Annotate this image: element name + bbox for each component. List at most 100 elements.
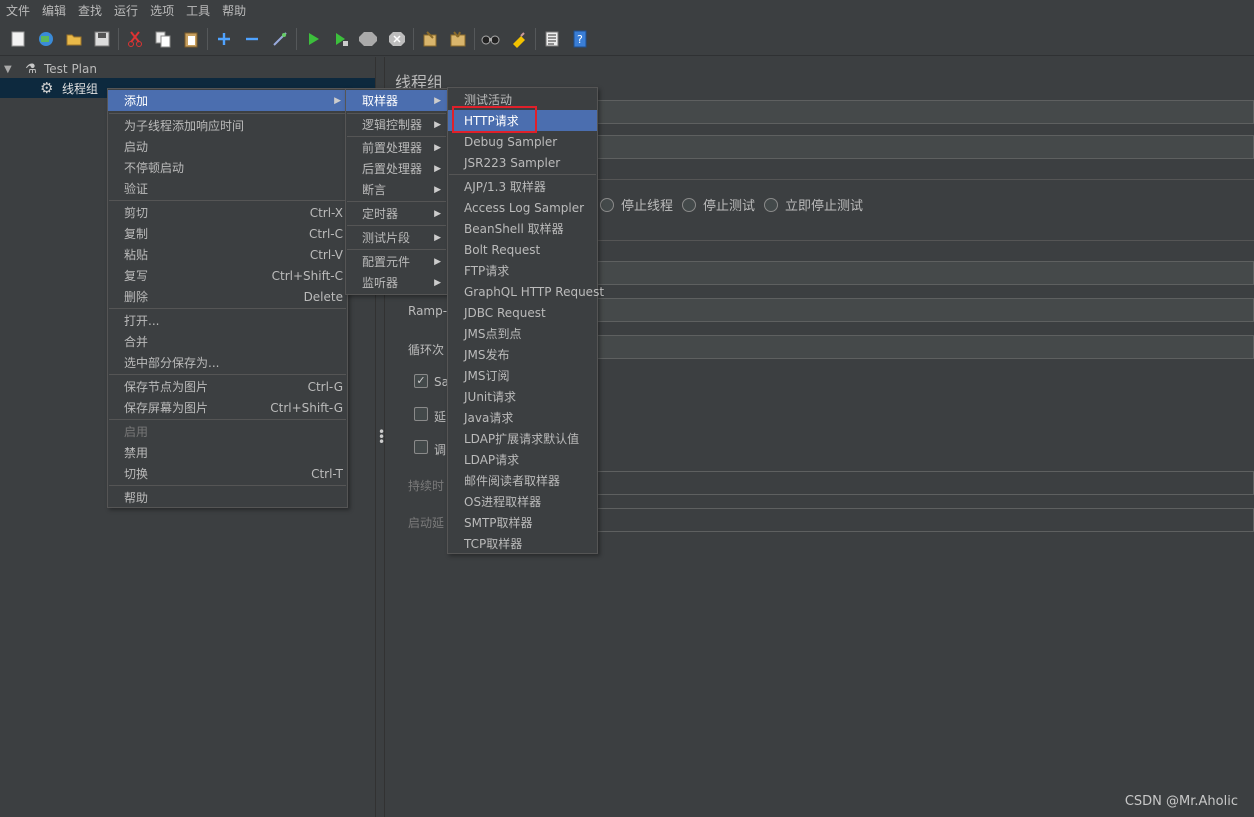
sampler-item-bolt[interactable]: Bolt Request: [448, 239, 597, 260]
submenu-item-post-processor[interactable]: 后置处理器 ▶: [346, 158, 447, 179]
radio-circle[interactable]: [600, 197, 614, 212]
start-icon[interactable]: [301, 27, 325, 51]
sampler-item-http-request[interactable]: HTTP请求: [448, 110, 597, 131]
loop-count-field[interactable]: [596, 335, 1254, 359]
menu-item-merge[interactable]: 合并: [108, 331, 347, 352]
radio-circle[interactable]: [682, 197, 696, 212]
chevron-down-icon[interactable]: ▼: [4, 64, 18, 75]
sampler-item-jdbc[interactable]: JDBC Request: [448, 302, 597, 323]
menu-run[interactable]: 运行: [108, 0, 144, 22]
search-icon[interactable]: [479, 27, 503, 51]
menu-item-start[interactable]: 启动: [108, 136, 347, 157]
toggle-icon[interactable]: [268, 27, 292, 51]
collapse-icon[interactable]: [240, 27, 264, 51]
submenu-item-timer[interactable]: 定时器 ▶: [346, 203, 447, 224]
sampler-item-graphql[interactable]: GraphQL HTTP Request: [448, 281, 604, 302]
sampler-item-jms-point-to-point[interactable]: JMS点到点: [448, 323, 597, 344]
help-icon[interactable]: ?: [568, 27, 592, 51]
submenu-item-pre-processor[interactable]: 前置处理器 ▶: [346, 137, 447, 158]
sampler-item-mail-reader[interactable]: 邮件阅读者取样器: [448, 470, 597, 491]
sampler-item-test-action[interactable]: 测试活动: [448, 89, 597, 110]
duration-field[interactable]: [596, 471, 1254, 495]
menu-item-add-response-time[interactable]: 为子线程添加响应时间: [108, 115, 347, 136]
open-icon[interactable]: [62, 27, 86, 51]
splitter-grip[interactable]: • • •: [378, 426, 385, 448]
menu-item-disable[interactable]: 禁用: [108, 442, 347, 463]
clear-all-icon[interactable]: [446, 27, 470, 51]
menu-help[interactable]: 帮助: [216, 0, 252, 22]
sampler-item-jsr223-sampler[interactable]: JSR223 Sampler: [448, 152, 597, 173]
submenu-item-logic-controller[interactable]: 逻辑控制器 ▶: [346, 114, 447, 135]
paste-icon[interactable]: [179, 27, 203, 51]
menu-item-start-no-pause[interactable]: 不停顿启动: [108, 157, 347, 178]
submenu-item-config-element[interactable]: 配置元件 ▶: [346, 251, 447, 272]
save-icon[interactable]: [90, 27, 114, 51]
submenu-item-sampler[interactable]: 取样器 ▶: [346, 90, 447, 111]
clear-icon[interactable]: [418, 27, 442, 51]
menu-options[interactable]: 选项: [144, 0, 180, 22]
copy-icon[interactable]: [151, 27, 175, 51]
menu-item-cut[interactable]: 剪切 Ctrl-X: [108, 202, 347, 223]
radio-circle[interactable]: [764, 197, 778, 212]
menu-item-save-screen-image[interactable]: 保存屏幕为图片 Ctrl+Shift-G: [108, 397, 347, 418]
sampler-item-tcp[interactable]: TCP取样器: [448, 533, 597, 554]
sampler-item-beanshell[interactable]: BeanShell 取样器: [448, 218, 597, 239]
menu-item-label: TCP取样器: [464, 537, 523, 551]
submenu-item-listener[interactable]: 监听器 ▶: [346, 272, 447, 293]
menu-file[interactable]: 文件: [0, 0, 36, 22]
sampler-item-debug-sampler[interactable]: Debug Sampler: [448, 131, 597, 152]
menu-item-copy[interactable]: 复制 Ctrl-C: [108, 223, 347, 244]
sampler-item-jms-publisher[interactable]: JMS发布: [448, 344, 597, 365]
sampler-item-ldap-extended[interactable]: LDAP扩展请求默认值: [448, 428, 597, 449]
menu-item-save-selection-as[interactable]: 选中部分保存为...: [108, 352, 347, 373]
radio-stop-test[interactable]: 停止测试: [682, 195, 755, 214]
menu-item-open[interactable]: 打开...: [108, 310, 347, 331]
new-icon[interactable]: [6, 27, 30, 51]
thread-count-field[interactable]: [596, 261, 1254, 285]
start-no-pause-icon[interactable]: [329, 27, 353, 51]
chevron-right-icon: ▶: [434, 256, 441, 267]
cut-icon[interactable]: [123, 27, 147, 51]
sampler-item-smtp[interactable]: SMTP取样器: [448, 512, 597, 533]
radio-stop-thread[interactable]: 停止线程: [600, 195, 673, 214]
startup-delay-field[interactable]: [596, 508, 1254, 532]
sampler-item-access-log[interactable]: Access Log Sampler: [448, 197, 597, 218]
sampler-item-os-process[interactable]: OS进程取样器: [448, 491, 597, 512]
menu-item-add[interactable]: 添加 ▶: [108, 90, 347, 111]
radio-stop-test-now[interactable]: 立即停止测试: [764, 195, 863, 214]
submenu-item-test-fragment[interactable]: 测试片段 ▶: [346, 227, 447, 248]
reset-search-icon[interactable]: [507, 27, 531, 51]
comments-field[interactable]: [596, 135, 1254, 159]
same-user-checkbox[interactable]: ✓: [414, 374, 428, 388]
menu-edit[interactable]: 编辑: [36, 0, 72, 22]
menu-item-validate[interactable]: 验证: [108, 178, 347, 199]
menu-item-label: 邮件阅读者取样器: [464, 474, 561, 488]
menu-item-delete[interactable]: 删除 Delete: [108, 286, 347, 307]
sampler-item-jms-subscriber[interactable]: JMS订阅: [448, 365, 597, 386]
menu-search[interactable]: 查找: [72, 0, 108, 22]
shutdown-icon[interactable]: [385, 27, 409, 51]
sampler-item-ftp[interactable]: FTP请求: [448, 260, 597, 281]
menu-item-duplicate[interactable]: 复写 Ctrl+Shift-C: [108, 265, 347, 286]
loop-count-label: 循环次: [408, 343, 445, 357]
submenu-item-assertion[interactable]: 断言 ▶: [346, 179, 447, 200]
sampler-item-ajp[interactable]: AJP/1.3 取样器: [448, 176, 597, 197]
stop-icon[interactable]: [357, 27, 381, 51]
menu-item-toggle[interactable]: 切换 Ctrl-T: [108, 463, 347, 484]
templates-icon[interactable]: [34, 27, 58, 51]
menu-item-label: Access Log Sampler: [464, 200, 585, 215]
sampler-item-ldap[interactable]: LDAP请求: [448, 449, 597, 470]
menu-item-help[interactable]: 帮助: [108, 487, 347, 508]
delay-thread-checkbox[interactable]: [414, 407, 428, 421]
ramp-up-field[interactable]: [596, 298, 1254, 322]
menu-item-paste[interactable]: 粘贴 Ctrl-V: [108, 244, 347, 265]
sampler-item-junit[interactable]: JUnit请求: [448, 386, 597, 407]
function-helper-icon[interactable]: [540, 27, 564, 51]
menu-item-save-node-image[interactable]: 保存节点为图片 Ctrl-G: [108, 376, 347, 397]
sampler-item-java[interactable]: Java请求: [448, 407, 597, 428]
name-field[interactable]: [596, 100, 1254, 124]
expand-icon[interactable]: [212, 27, 236, 51]
tree-node-test-plan[interactable]: ▼ ⚗ Test Plan: [4, 59, 97, 79]
scheduler-checkbox[interactable]: [414, 440, 428, 454]
menu-tools[interactable]: 工具: [180, 0, 216, 22]
